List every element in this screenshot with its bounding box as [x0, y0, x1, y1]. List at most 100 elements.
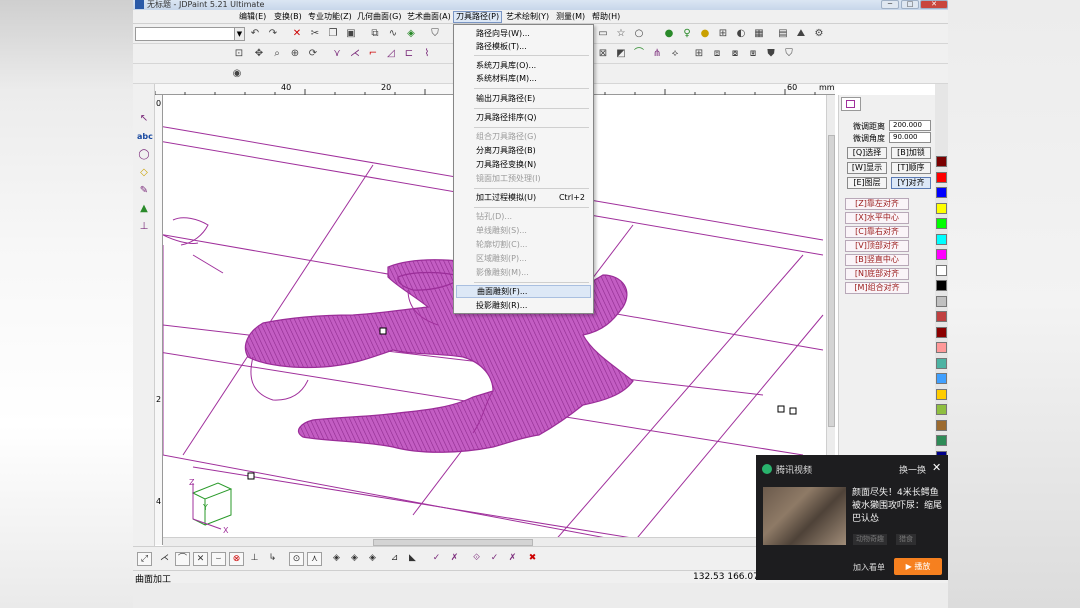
align-vcenter-button[interactable]: [B]竖直中心 [845, 254, 909, 266]
align-right-button[interactable]: [C]靠右对齐 [845, 226, 909, 238]
color-swatch[interactable] [936, 280, 947, 291]
array-icon[interactable]: ⊞ [693, 48, 705, 60]
curve-icon[interactable]: ∿ [387, 28, 399, 40]
color-swatch[interactable] [936, 233, 947, 245]
popup-close-button[interactable]: ✕ [932, 461, 941, 474]
stamp-icon[interactable]: ⛉ [783, 48, 795, 60]
group-icon[interactable]: ⧉ [369, 28, 381, 40]
redo-icon[interactable]: ↷ [267, 28, 279, 40]
menu-item-tool-library[interactable]: 系统刀具库(O)... [456, 59, 591, 72]
perp-tool-icon[interactable]: ⊥ [247, 552, 262, 566]
menu-measure[interactable]: 测量(M) [554, 11, 587, 23]
mirror-icon[interactable]: ⧈ [711, 48, 723, 60]
color-swatch[interactable] [936, 156, 947, 167]
order-button[interactable]: [T]顺序 [891, 162, 931, 174]
menu-item-separate-path[interactable]: 分离刀具路径(B) [456, 144, 591, 157]
tool-b-icon[interactable]: ✗ [447, 552, 462, 566]
tool-e-icon[interactable]: ✗ [505, 552, 520, 566]
color-swatch[interactable] [936, 295, 947, 307]
tool-c-icon[interactable]: ⟐ [469, 552, 484, 566]
color-swatch[interactable] [936, 171, 947, 183]
grid-icon[interactable]: ▦ [753, 28, 765, 40]
menu-item-simulation[interactable]: 加工过程模拟(U) Ctrl+2 [456, 191, 591, 204]
menu-item-path-wizard[interactable]: 路径向导(W)... [456, 27, 591, 40]
color-swatch[interactable] [936, 249, 947, 260]
surface-icon[interactable]: ◩ [615, 48, 627, 60]
color-swatch[interactable] [936, 187, 947, 198]
color-swatch[interactable] [936, 218, 947, 229]
tool-d-icon[interactable]: ✓ [487, 552, 502, 566]
sphere-icon[interactable]: ◐ [735, 28, 747, 40]
horizontal-scrollbar[interactable] [163, 537, 826, 546]
align-group-button[interactable]: [M]组合对齐 [845, 282, 909, 294]
snap-icon[interactable]: ⊙ [289, 552, 304, 566]
menu-item-path-sort[interactable]: 刀具路径排序(Q) [456, 111, 591, 124]
cut-icon[interactable]: ✂ [309, 28, 321, 40]
menu-item-path-template[interactable]: 路径模板(T)... [456, 40, 591, 53]
sweep-icon[interactable]: ⌒ [633, 48, 645, 60]
menu-item-projection-engrave[interactable]: 投影雕刻(R)... [456, 299, 591, 312]
bulb-on-icon[interactable]: ● [699, 28, 711, 40]
line-tool-icon[interactable]: ⤢ [137, 552, 152, 566]
node-icon[interactable]: ◈ [405, 28, 417, 40]
fill-icon[interactable]: ▲ [137, 202, 151, 216]
tangent-tool-icon[interactable]: ✕ [193, 552, 208, 566]
swap-button[interactable]: 换一换 [899, 463, 926, 476]
layer-combo[interactable]: ▼ [135, 27, 245, 41]
panel-tab[interactable] [841, 97, 861, 111]
color-swatch[interactable] [936, 357, 947, 369]
video-thumbnail[interactable] [763, 487, 846, 545]
layer-button[interactable]: [E]图层 [847, 177, 887, 189]
measure-icon[interactable]: ⊥ [137, 220, 151, 234]
color-swatch[interactable] [936, 342, 947, 353]
align-bottom-button[interactable]: [N]底部对齐 [845, 268, 909, 280]
menu-transform[interactable]: 变换(B) [272, 11, 304, 23]
snap-mid-icon[interactable]: ◈ [347, 552, 362, 566]
angle-tool-icon[interactable]: ⋌ [157, 552, 172, 566]
fine-distance-input[interactable]: 200.000 [889, 120, 931, 131]
break-icon[interactable]: ⌇ [421, 48, 433, 60]
color-swatch[interactable] [936, 435, 947, 446]
chevron-down-icon[interactable]: ▼ [234, 28, 244, 40]
shade-icon[interactable]: ▤ [777, 28, 789, 40]
menu-item-surface-engrave[interactable]: 曲面雕刻(F)... [456, 285, 591, 298]
relief-icon[interactable]: ⛰ [795, 28, 807, 40]
close-button[interactable]: ✕ [920, 0, 948, 9]
arrow-tool-icon[interactable]: ↳ [265, 552, 280, 566]
loft-icon[interactable]: ⋔ [651, 48, 663, 60]
rotate-icon[interactable]: ⧇ [729, 48, 741, 60]
copy-icon[interactable]: ❐ [327, 28, 339, 40]
node-edit-icon[interactable]: ◇ [137, 166, 151, 180]
fillet-icon[interactable]: ⌐ [367, 48, 379, 60]
fine-angle-input[interactable]: 90.000 [889, 132, 931, 143]
menu-item-output-path[interactable]: 输出刀具路径(E) [456, 92, 591, 105]
menu-geometric-surface[interactable]: 几何曲面(G) [355, 11, 403, 23]
pan-icon[interactable]: ✥ [253, 48, 265, 60]
star-icon[interactable]: ☆ [615, 28, 627, 40]
menu-item-material-library[interactable]: 系统材料库(M)... [456, 72, 591, 85]
play-button[interactable]: ▶ 播放 [894, 558, 942, 575]
menu-art-surface[interactable]: 艺术曲面(A) [405, 11, 453, 23]
arrow-icon[interactable]: ↖ [137, 112, 151, 126]
cancel-icon[interactable]: ✖ [525, 552, 540, 566]
menu-help[interactable]: 帮助(H) [590, 11, 622, 23]
lock-button[interactable]: [B]加锁 [891, 147, 931, 159]
shape-icon[interactable]: ◯ [137, 148, 151, 162]
zoom-window-icon[interactable]: ⊡ [233, 48, 245, 60]
refresh-icon[interactable]: ⟳ [307, 48, 319, 60]
align-button[interactable]: [Y]对齐 [891, 177, 931, 189]
menu-tool-path[interactable]: 刀具路径(P) [453, 11, 503, 23]
menu-edit[interactable]: 编辑(E) [237, 11, 268, 23]
video-headline[interactable]: 颜面尽失！4米长鳄鱼被水獭围攻吓尿：缩尾巴认怂 [852, 487, 944, 526]
scale-icon[interactable]: ⧆ [747, 48, 759, 60]
select-button[interactable]: [Q]选择 [847, 147, 887, 159]
gear-icon[interactable]: ⚙ [813, 28, 825, 40]
mesh-icon[interactable]: ⊞ [717, 28, 729, 40]
offset-icon[interactable]: ⊏ [403, 48, 415, 60]
circle-tool-icon[interactable]: ⊗ [229, 552, 244, 566]
align-hcenter-button[interactable]: [X]水平中心 [845, 212, 909, 224]
search-icon[interactable]: ⌕ [271, 48, 283, 60]
add-to-watchlist-button[interactable]: 加入看单 [853, 562, 885, 573]
menu-professional[interactable]: 专业功能(Z) [306, 11, 354, 23]
align-left-button[interactable]: [Z]靠左对齐 [845, 198, 909, 210]
